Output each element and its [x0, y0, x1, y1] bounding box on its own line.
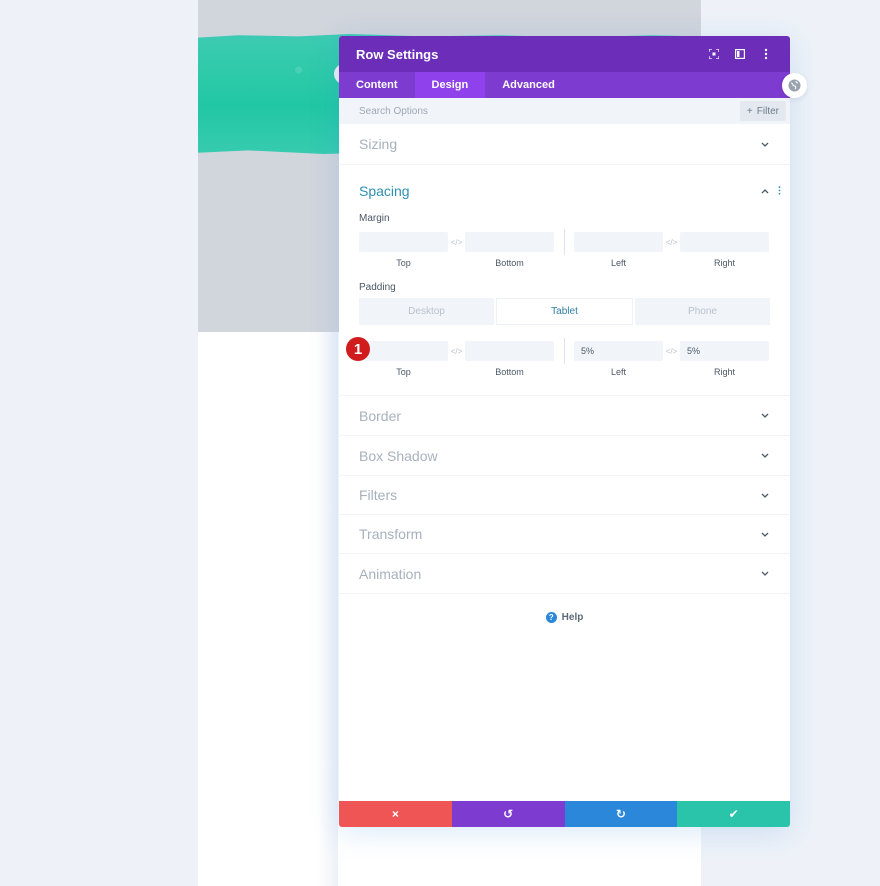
check-icon: ✔: [728, 807, 739, 821]
globe-icon: [788, 79, 801, 92]
undo-button[interactable]: ↺: [451, 801, 565, 827]
spacing-header[interactable]: Spacing: [359, 165, 781, 209]
label-top: Top: [396, 367, 411, 377]
margin-labels: Top Bottom Left Right: [359, 258, 770, 268]
modal-tabs: Content Design Advanced: [339, 72, 790, 98]
section-title: Spacing: [359, 183, 410, 199]
section-transform[interactable]: Transform: [339, 515, 790, 554]
margin-inputs: </> </>: [359, 229, 770, 255]
chevron-down-icon: [760, 139, 770, 149]
section-box-shadow[interactable]: Box Shadow: [339, 436, 790, 476]
padding-inputs: 1 </> </>: [346, 337, 770, 364]
chevron-up-icon[interactable]: [760, 186, 770, 196]
margin-right-input[interactable]: [680, 232, 769, 252]
split-view-icon[interactable]: [733, 47, 747, 61]
redo-button[interactable]: ↻: [564, 801, 678, 827]
margin-label: Margin: [359, 213, 390, 224]
section-title: Filters: [359, 487, 398, 503]
label-right: Right: [713, 258, 735, 268]
modal-title: Row Settings: [356, 46, 439, 62]
section-title: Animation: [359, 565, 422, 582]
label-bottom: Bottom: [495, 367, 524, 377]
chevron-down-icon: [760, 569, 770, 579]
search-bar: + Filter: [339, 98, 790, 124]
row-settings-modal: Row Settings Content Design Advanced + F…: [339, 36, 790, 827]
padding-right-input[interactable]: [680, 341, 769, 361]
device-tab-phone[interactable]: Phone: [635, 298, 770, 325]
search-options-input[interactable]: [359, 105, 740, 117]
padding-label: Padding: [359, 282, 396, 293]
globe-button[interactable]: [782, 73, 807, 98]
section-spacing: Spacing Margin </> </> Top Bottom Left R…: [339, 165, 790, 396]
step-badge: 1: [346, 337, 370, 361]
section-title: Transform: [359, 526, 423, 542]
divider: [564, 229, 565, 255]
padding-left-input[interactable]: [574, 341, 663, 361]
device-tab-tablet[interactable]: Tablet: [496, 298, 633, 325]
chevron-down-icon: [760, 411, 770, 421]
chevron-down-icon: [760, 490, 770, 500]
chevron-down-icon: [760, 451, 770, 461]
modal-footer: × ↺ ↻ ✔: [339, 801, 790, 827]
undo-icon: ↺: [503, 807, 514, 821]
more-vertical-icon[interactable]: [778, 182, 781, 200]
link-icon[interactable]: </>: [448, 238, 465, 247]
help-label: Help: [561, 612, 584, 623]
filter-label: Filter: [756, 105, 779, 117]
close-icon: ×: [391, 807, 399, 821]
link-icon[interactable]: </>: [448, 347, 465, 356]
padding-bottom-input[interactable]: [465, 341, 554, 361]
help-icon: ?: [545, 612, 557, 623]
tab-design[interactable]: Design: [414, 72, 486, 98]
link-icon[interactable]: </>: [663, 238, 680, 247]
more-vertical-icon[interactable]: [759, 47, 773, 61]
label-top: Top: [396, 258, 411, 268]
filter-button[interactable]: + Filter: [739, 101, 786, 121]
padding-top-input[interactable]: [359, 341, 448, 361]
tab-advanced[interactable]: Advanced: [485, 72, 572, 98]
save-button[interactable]: ✔: [677, 801, 790, 827]
label-bottom: Bottom: [495, 258, 524, 268]
padding-device-tabs: Desktop Tablet Phone: [359, 298, 770, 325]
divider: [564, 338, 565, 364]
help-link[interactable]: ? Help: [339, 612, 790, 623]
margin-left-input[interactable]: [574, 232, 663, 252]
device-tab-desktop[interactable]: Desktop: [359, 298, 494, 325]
page-shadow: [318, 332, 338, 886]
label-right: Right: [713, 367, 735, 377]
label-left: Left: [610, 367, 626, 377]
link-icon[interactable]: </>: [663, 347, 680, 356]
chevron-down-icon: [760, 529, 770, 539]
padding-labels: Top Bottom Left Right: [359, 367, 770, 395]
section-filters[interactable]: Filters: [339, 476, 790, 515]
section-sizing[interactable]: Sizing: [339, 124, 790, 165]
focus-icon[interactable]: [707, 47, 721, 61]
margin-bottom-input[interactable]: [465, 232, 554, 252]
label-left: Left: [610, 258, 626, 268]
redo-icon: ↻: [615, 807, 626, 821]
section-animation[interactable]: Animation: [339, 554, 790, 594]
section-border[interactable]: Border: [339, 396, 790, 436]
tab-content[interactable]: Content: [339, 72, 415, 98]
section-title: Border: [359, 407, 402, 424]
plus-icon: +: [746, 105, 753, 117]
section-title: Sizing: [359, 136, 398, 152]
modal-header: Row Settings: [339, 36, 790, 72]
margin-top-input[interactable]: [359, 232, 448, 252]
cancel-button[interactable]: ×: [339, 801, 452, 827]
section-title: Box Shadow: [359, 447, 438, 464]
